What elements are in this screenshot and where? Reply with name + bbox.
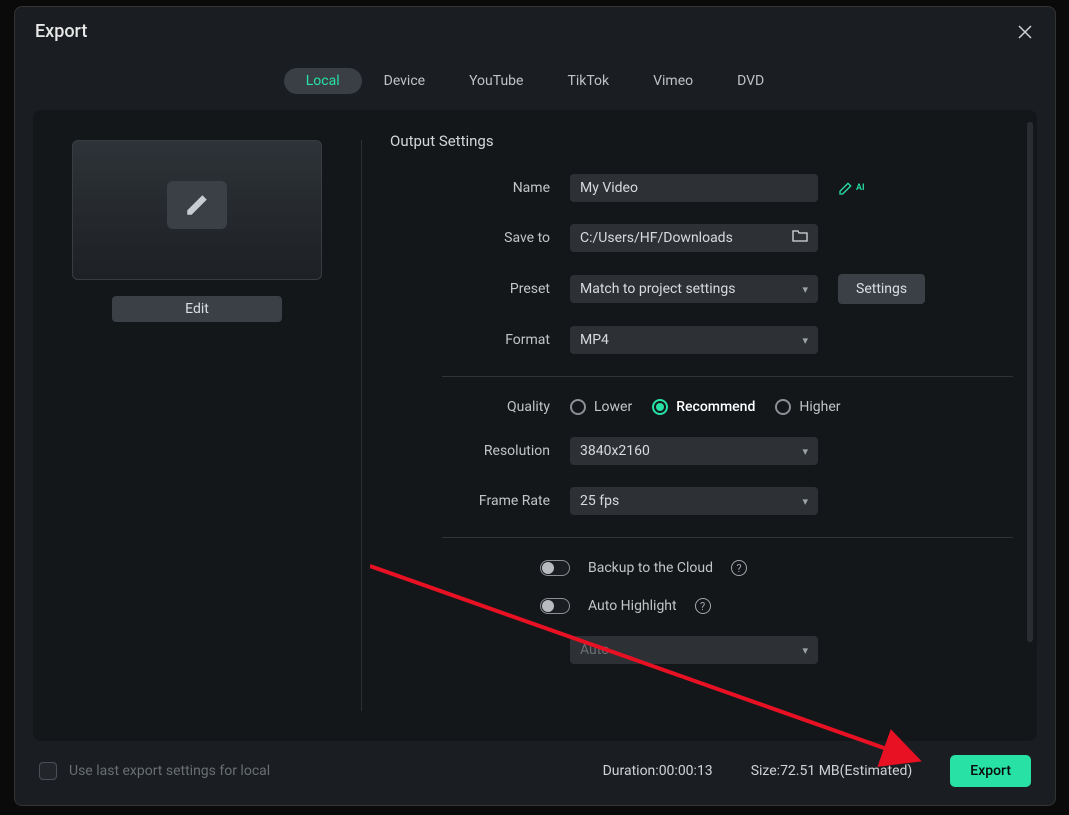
row-highlight-value: Auto ▾ — [390, 636, 1013, 664]
output-settings-title: Output Settings — [390, 132, 1013, 150]
label-format: Format — [390, 332, 570, 348]
ai-name-icon[interactable]: AI — [838, 180, 865, 196]
label-preset: Preset — [390, 281, 570, 297]
export-button[interactable]: Export — [950, 755, 1031, 787]
close-button[interactable] — [1015, 22, 1035, 42]
edit-button[interactable]: Edit — [112, 296, 282, 322]
scrollbar[interactable] — [1027, 122, 1033, 642]
row-backup: Backup to the Cloud ? — [390, 560, 1013, 576]
content-area: Edit Output Settings Name AI Save to C:/… — [33, 110, 1037, 741]
tab-device[interactable]: Device — [362, 68, 447, 94]
pencil-icon — [184, 192, 210, 218]
help-icon[interactable]: ? — [731, 560, 747, 576]
radio-icon — [652, 399, 668, 415]
auto-highlight-select[interactable]: Auto ▾ — [570, 636, 818, 664]
dialog-header: Export — [15, 7, 1055, 52]
chevron-down-icon: ▾ — [802, 445, 808, 458]
row-resolution: Resolution 3840x2160 ▾ — [390, 437, 1013, 465]
quality-recommend[interactable]: Recommend — [652, 399, 755, 415]
resolution-value: 3840x2160 — [580, 443, 650, 459]
label-quality: Quality — [390, 399, 570, 415]
dialog-title: Export — [35, 21, 87, 42]
label-name: Name — [390, 180, 570, 196]
label-save-to: Save to — [390, 230, 570, 246]
row-name: Name AI — [390, 174, 1013, 202]
export-dialog: Export Local Device YouTube TikTok Vimeo… — [14, 6, 1056, 806]
quality-lower-label: Lower — [594, 399, 632, 415]
preset-value: Match to project settings — [580, 281, 735, 297]
size-info: Size:72.51 MB(Estimated) — [751, 763, 913, 779]
label-resolution: Resolution — [390, 443, 570, 459]
save-to-value: C:/Users/HF/Downloads — [580, 230, 733, 246]
row-auto-highlight: Auto Highlight ? — [390, 598, 1013, 614]
row-frame-rate: Frame Rate 25 fps ▾ — [390, 487, 1013, 515]
backup-label: Backup to the Cloud — [588, 560, 713, 576]
tab-local[interactable]: Local — [284, 68, 362, 94]
divider-1 — [442, 376, 1013, 377]
backup-toggle[interactable] — [540, 560, 570, 576]
edit-preview-icon — [167, 181, 227, 229]
resolution-select[interactable]: 3840x2160 ▾ — [570, 437, 818, 465]
format-value: MP4 — [580, 332, 609, 348]
quality-lower[interactable]: Lower — [570, 399, 632, 415]
export-tabs: Local Device YouTube TikTok Vimeo DVD — [284, 68, 787, 94]
duration-info: Duration:00:00:13 — [603, 763, 713, 779]
close-icon — [1017, 24, 1033, 40]
label-frame-rate: Frame Rate — [390, 493, 570, 509]
tabs-row: Local Device YouTube TikTok Vimeo DVD — [15, 52, 1055, 110]
save-to-field[interactable]: C:/Users/HF/Downloads — [570, 224, 818, 252]
row-save-to: Save to C:/Users/HF/Downloads — [390, 224, 1013, 252]
quality-radio-group: Lower Recommend Higher — [570, 399, 841, 415]
divider-2 — [442, 537, 1013, 538]
use-last-settings-checkbox[interactable] — [39, 762, 57, 780]
use-last-settings-label: Use last export settings for local — [69, 763, 270, 779]
quality-recommend-label: Recommend — [676, 399, 755, 415]
chevron-down-icon: ▾ — [802, 334, 808, 347]
auto-highlight-value: Auto — [580, 642, 609, 658]
auto-highlight-toggle[interactable] — [540, 598, 570, 614]
quality-higher-label: Higher — [799, 399, 840, 415]
name-input[interactable] — [570, 174, 818, 202]
chevron-down-icon: ▾ — [802, 283, 808, 296]
radio-icon — [570, 399, 586, 415]
chevron-down-icon: ▾ — [802, 495, 808, 508]
quality-higher[interactable]: Higher — [775, 399, 840, 415]
preset-settings-button[interactable]: Settings — [838, 274, 925, 304]
frame-rate-select[interactable]: 25 fps ▾ — [570, 487, 818, 515]
preview-panel: Edit — [33, 110, 361, 741]
chevron-down-icon: ▾ — [802, 644, 808, 657]
auto-highlight-label: Auto Highlight — [588, 598, 677, 614]
format-select[interactable]: MP4 ▾ — [570, 326, 818, 354]
dialog-footer: Use last export settings for local Durat… — [15, 755, 1055, 805]
row-format: Format MP4 ▾ — [390, 326, 1013, 354]
tab-youtube[interactable]: YouTube — [447, 68, 545, 94]
settings-panel: Output Settings Name AI Save to C:/Users… — [362, 110, 1037, 741]
radio-icon — [775, 399, 791, 415]
preset-select[interactable]: Match to project settings ▾ — [570, 275, 818, 303]
help-icon[interactable]: ? — [695, 598, 711, 614]
row-preset: Preset Match to project settings ▾ Setti… — [390, 274, 1013, 304]
tab-dvd[interactable]: DVD — [715, 68, 786, 94]
frame-rate-value: 25 fps — [580, 493, 619, 509]
video-preview[interactable] — [72, 140, 322, 280]
row-quality: Quality Lower Recommend Higher — [390, 399, 1013, 415]
folder-icon — [792, 229, 808, 247]
tab-tiktok[interactable]: TikTok — [545, 68, 631, 94]
tab-vimeo[interactable]: Vimeo — [631, 68, 715, 94]
